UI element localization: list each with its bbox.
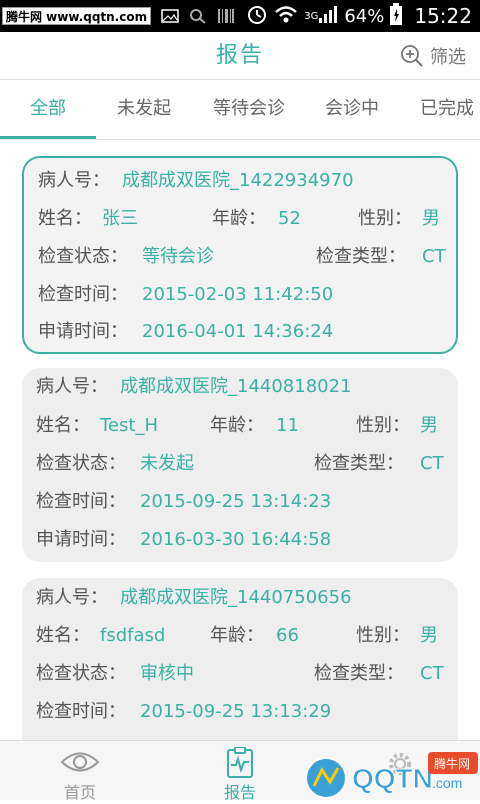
filter-button[interactable]: 筛选 — [400, 32, 466, 80]
nav-report-label: 报告 — [223, 783, 256, 802]
search-notification-icon — [189, 8, 207, 24]
status-bar: 腾牛网 www.qqtn.com 3G 64% 15:22 — [0, 0, 480, 32]
gender-value: 男 — [420, 415, 438, 436]
battery-icon — [390, 3, 403, 29]
check-status-value: 未发起 — [140, 453, 194, 474]
patient-no-label: 病人号： — [38, 170, 110, 191]
name-value: 张三 — [102, 208, 138, 229]
filter-label: 筛选 — [430, 47, 466, 68]
apply-time-label: 申请时间： — [36, 529, 126, 550]
qqtn-watermark-logo: QQTN .com 腾牛网 — [300, 748, 480, 800]
tab-completed[interactable]: 已完成 — [402, 80, 480, 140]
age-value: 66 — [276, 625, 299, 646]
report-card[interactable]: 病人号： 成都成双医院_1422934970 姓名： 张三 年龄： 52 性别：… — [22, 156, 458, 354]
check-status-label: 检查状态： — [38, 246, 128, 267]
name-label: 姓名： — [36, 625, 90, 646]
check-type-value: CT — [422, 246, 446, 267]
tab-waiting-consultation[interactable]: 等待会诊 — [196, 80, 302, 140]
check-type-label: 检查类型： — [316, 246, 406, 267]
patient-no-label: 病人号： — [36, 376, 108, 397]
check-time-label: 检查时间： — [38, 284, 128, 305]
check-type-value: CT — [420, 453, 444, 474]
gender-value: 男 — [420, 625, 438, 646]
eye-icon — [60, 752, 100, 772]
patient-no-value: 成都成双医院_1440818021 — [120, 376, 352, 397]
signal-icon — [318, 4, 338, 28]
barcode-notification-icon — [217, 8, 235, 24]
check-status-label: 检查状态： — [36, 453, 126, 474]
svg-text:QQTN: QQTN — [352, 763, 433, 794]
check-type-value: CT — [420, 663, 444, 684]
report-card[interactable]: 病人号： 成都成双医院_1440818021 姓名： Test_H 年龄： 11… — [22, 368, 458, 562]
report-list[interactable]: 病人号： 成都成双医院_1422934970 姓名： 张三 年龄： 52 性别：… — [0, 140, 480, 740]
nav-report[interactable]: 报告 — [160, 741, 320, 802]
name-label: 姓名： — [38, 208, 92, 229]
network-type: 3G — [304, 10, 319, 22]
report-card[interactable]: 病人号： 成都成双医院_1440750656 姓名： fsdfasd 年龄： 6… — [22, 578, 458, 740]
check-time-value: 2015-02-03 11:42:50 — [142, 284, 334, 305]
patient-no-value: 成都成双医院_1440750656 — [120, 587, 352, 608]
check-time-label: 检查时间： — [36, 491, 126, 512]
tab-in-consultation[interactable]: 会诊中 — [302, 80, 402, 140]
title-bar: 报告 筛选 — [0, 32, 480, 80]
name-value: Test_H — [100, 415, 158, 436]
age-label: 年龄： — [212, 208, 266, 229]
alarm-icon — [246, 3, 268, 29]
svg-text:腾牛网: 腾牛网 — [434, 756, 470, 771]
check-time-value: 2015-09-25 13:13:29 — [140, 701, 332, 722]
battery-percentage: 64% — [344, 5, 385, 27]
apply-time-value: 2016-04-01 14:36:24 — [142, 321, 334, 342]
gender-label: 性别： — [358, 208, 412, 229]
gender-value: 男 — [422, 208, 440, 229]
age-label: 年龄： — [210, 625, 264, 646]
name-value: fsdfasd — [100, 625, 166, 646]
tab-all[interactable]: 全部 — [0, 80, 96, 140]
check-status-value: 等待会诊 — [142, 246, 214, 267]
image-notification-icon — [161, 8, 179, 24]
clock: 15:22 — [414, 4, 472, 28]
age-value: 52 — [278, 208, 301, 229]
nav-home[interactable]: 首页 — [0, 741, 160, 802]
check-time-label: 检查时间： — [36, 701, 126, 722]
zoom-in-icon — [401, 45, 423, 67]
check-status-value: 审核中 — [140, 663, 194, 684]
wifi-icon — [274, 4, 298, 28]
age-value: 11 — [276, 415, 299, 436]
name-label: 姓名： — [36, 415, 90, 436]
patient-no-label: 病人号： — [36, 587, 108, 608]
check-status-label: 检查状态： — [36, 663, 126, 684]
apply-time-label: 申请时间： — [38, 321, 128, 342]
tab-not-initiated[interactable]: 未发起 — [92, 80, 196, 140]
gender-label: 性别： — [356, 625, 410, 646]
check-type-label: 检查类型： — [314, 663, 404, 684]
status-tabs: 全部 未发起 等待会诊 会诊中 已完成 — [0, 80, 480, 140]
report-icon — [227, 747, 253, 778]
age-label: 年龄： — [210, 415, 264, 436]
check-time-value: 2015-09-25 13:14:23 — [140, 491, 332, 512]
gender-label: 性别： — [356, 415, 410, 436]
check-type-label: 检查类型： — [314, 453, 404, 474]
svg-text:.com: .com — [432, 775, 462, 791]
watermark-badge: 腾牛网 www.qqtn.com — [2, 7, 152, 25]
nav-home-label: 首页 — [63, 783, 96, 802]
tab-indicator — [0, 136, 96, 139]
apply-time-value: 2016-03-30 16:44:58 — [140, 529, 332, 550]
patient-no-value: 成都成双医院_1422934970 — [122, 170, 354, 191]
